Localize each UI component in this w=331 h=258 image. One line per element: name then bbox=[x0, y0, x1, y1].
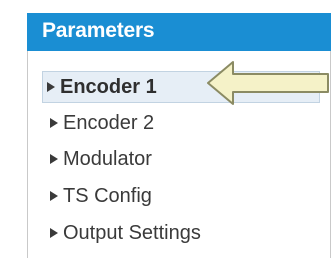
menu-item-label: TS Config bbox=[63, 184, 152, 207]
menu-item-ts-config[interactable]: TS Config bbox=[46, 182, 326, 210]
menu-item-modulator[interactable]: Modulator bbox=[46, 145, 326, 173]
panel-header: Parameters bbox=[27, 13, 331, 51]
menu-item-label: Encoder 2 bbox=[63, 111, 155, 134]
menu-item-label: Modulator bbox=[63, 147, 152, 170]
menu-item-output-settings[interactable]: Output Settings bbox=[46, 219, 326, 247]
expand-triangle-icon bbox=[50, 118, 58, 128]
menu-item-encoder-2[interactable]: Encoder 2 bbox=[46, 109, 326, 137]
expand-triangle-icon bbox=[50, 154, 58, 164]
menu-item-label: Output Settings bbox=[63, 221, 201, 244]
expand-triangle-icon bbox=[47, 82, 55, 92]
parameters-panel: Parameters Encoder 1 Encoder 2 Modulator… bbox=[27, 0, 331, 258]
panel-title: Parameters bbox=[42, 19, 155, 42]
menu-item-label: Encoder 1 bbox=[60, 75, 157, 98]
expand-triangle-icon bbox=[50, 191, 58, 201]
left-arrow-callout-icon bbox=[207, 61, 329, 105]
expand-triangle-icon bbox=[50, 228, 58, 238]
